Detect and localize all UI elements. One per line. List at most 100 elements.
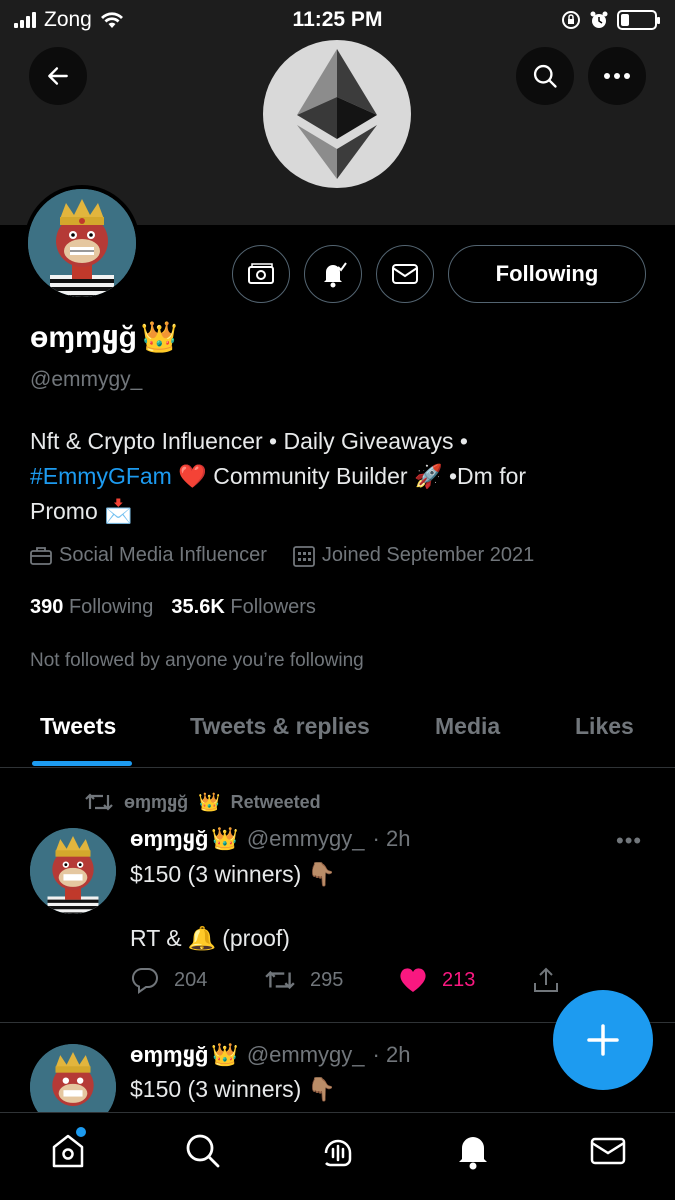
bio-text-promo: Promo xyxy=(30,498,98,524)
tweet-more-button[interactable]: ••• xyxy=(616,828,642,854)
tweet-avatar[interactable] xyxy=(30,828,116,914)
crown-emoji: 👑 xyxy=(198,791,221,812)
more-button[interactable] xyxy=(588,47,646,105)
heart-emoji: ❤️ xyxy=(178,463,207,489)
share-icon xyxy=(534,967,558,992)
tweet-time: · 2h xyxy=(372,1042,411,1067)
not-followed-note: Not followed by anyone you’re following xyxy=(30,650,364,671)
follow-counts: 390 Following 35.6K Followers xyxy=(30,596,316,619)
category-item: Social Media Influencer xyxy=(30,544,267,567)
tweet-time: · 2h xyxy=(372,826,411,851)
new-content-dot xyxy=(75,1126,86,1137)
envelope-emoji: 📩 xyxy=(104,498,133,524)
tweet-author-name[interactable]: ɵɱɱყğ 👑 xyxy=(130,1042,239,1068)
retweet-indicator: ɵɱɱყğ 👑 Retweeted xyxy=(84,791,321,813)
bottom-navigation xyxy=(0,1112,675,1200)
crown-emoji: 👑 xyxy=(211,1042,239,1067)
profile-tabs: Tweets Tweets & replies Media Likes xyxy=(0,695,675,768)
retweet-icon xyxy=(85,793,113,811)
tweet-header: ɵɱɱყğ 👑 @emmygy_ · 2h xyxy=(130,1042,410,1068)
profile-handle: @emmygy_ xyxy=(30,368,143,391)
alarm-icon xyxy=(590,11,608,28)
joined-text: Joined September 2021 xyxy=(321,544,535,566)
calendar-icon xyxy=(292,545,315,567)
tweet-text-line-1: $150 (3 winners) 👇🏽 xyxy=(130,1073,336,1105)
messages-icon xyxy=(590,1137,625,1164)
notification-bell-icon xyxy=(324,262,347,288)
following-button[interactable]: Following xyxy=(448,245,646,303)
notifications-toggle[interactable] xyxy=(304,245,362,303)
heart-filled-icon xyxy=(400,968,426,992)
tweet-author-handle: @emmygy_ xyxy=(246,1042,365,1067)
display-name: ɵɱɱყğ 👑 xyxy=(30,320,178,355)
bio-line-3: Promo 📩 xyxy=(30,494,630,529)
tweet-author-name[interactable]: ɵɱɱყğ 👑 xyxy=(130,826,239,852)
pointing-down-emoji: 👇🏽 xyxy=(307,1076,336,1102)
reply-icon xyxy=(131,967,158,994)
bio-line-2: #EmmyGFam ❤️ Community Builder 🚀 •Dm for xyxy=(30,459,630,494)
profile-avatar[interactable] xyxy=(24,185,140,301)
nav-spaces[interactable] xyxy=(308,1121,368,1181)
retweeter-name[interactable]: ɵɱɱყğ xyxy=(124,792,188,813)
spaces-icon xyxy=(324,1139,351,1166)
money-icon xyxy=(248,263,274,284)
retweet-count: 295 xyxy=(310,968,344,991)
search-icon xyxy=(186,1134,219,1167)
hashtag-link[interactable]: #EmmyGFam xyxy=(30,463,172,489)
signal-icon xyxy=(14,12,36,28)
compose-tweet-button[interactable] xyxy=(553,990,653,1090)
briefcase-icon xyxy=(30,546,52,565)
tweet-author-handle: @emmygy_ xyxy=(246,826,365,851)
profile-bio: Nft & Crypto Influencer • Daily Giveaway… xyxy=(30,424,630,529)
tweet-actions: 204 295 213 xyxy=(130,965,560,995)
tab-likes[interactable]: Likes xyxy=(575,713,634,740)
nav-search[interactable] xyxy=(173,1121,233,1181)
reply-button[interactable]: 204 xyxy=(130,966,264,994)
tweet-header: ɵɱɱყğ 👑 @emmygy_ · 2h xyxy=(130,826,410,852)
back-button[interactable] xyxy=(29,47,87,105)
ape-avatar-image xyxy=(30,828,116,914)
search-button[interactable] xyxy=(516,47,574,105)
wifi-icon xyxy=(100,12,123,28)
ape-avatar-image xyxy=(28,189,136,297)
category-text: Social Media Influencer xyxy=(59,544,267,566)
status-icons xyxy=(561,10,660,30)
crown-emoji: 👑 xyxy=(211,826,239,851)
tweet-text-line-1: $150 (3 winners) 👇🏽 xyxy=(130,858,336,890)
mail-icon xyxy=(392,264,418,284)
following-count-link[interactable]: 390 Following xyxy=(30,596,153,619)
carrier-info: Zong xyxy=(14,8,124,32)
joined-item: Joined September 2021 xyxy=(292,544,535,567)
like-button[interactable]: 213 xyxy=(398,966,532,994)
tab-tweets[interactable]: Tweets xyxy=(40,713,116,740)
notifications-icon xyxy=(458,1136,487,1169)
reply-count: 204 xyxy=(174,968,208,991)
share-button[interactable] xyxy=(532,965,560,995)
nav-messages[interactable] xyxy=(578,1121,638,1181)
battery-icon xyxy=(617,10,660,30)
ethereum-icon xyxy=(297,49,377,179)
following-label: Following xyxy=(68,596,154,618)
following-count: 390 xyxy=(30,596,64,618)
tweet-text-line-2: RT & 🔔 (proof) xyxy=(130,922,290,954)
home-icon xyxy=(52,1134,83,1167)
arrow-left-icon xyxy=(48,67,68,85)
bio-text-community: Community Builder xyxy=(213,463,408,489)
nav-notifications[interactable] xyxy=(443,1121,503,1181)
tab-media[interactable]: Media xyxy=(435,713,500,740)
rocket-emoji: 🚀 xyxy=(413,463,443,489)
bell-emoji: 🔔 xyxy=(187,925,217,951)
search-icon xyxy=(533,64,557,88)
carrier-name: Zong xyxy=(44,8,92,31)
active-tab-indicator xyxy=(32,761,132,766)
nav-home[interactable] xyxy=(38,1121,98,1181)
profile-meta: Social Media Influencer Joined September… xyxy=(30,544,534,567)
retweet-button[interactable]: 295 xyxy=(264,968,398,992)
message-button[interactable] xyxy=(376,245,434,303)
ethereum-logo xyxy=(263,40,411,188)
followers-count-link[interactable]: 35.6K Followers xyxy=(171,596,316,619)
bio-text-dm: •Dm for xyxy=(448,463,527,489)
tab-tweets-replies[interactable]: Tweets & replies xyxy=(190,713,370,740)
tip-button[interactable] xyxy=(232,245,290,303)
retweet-icon xyxy=(265,970,295,990)
